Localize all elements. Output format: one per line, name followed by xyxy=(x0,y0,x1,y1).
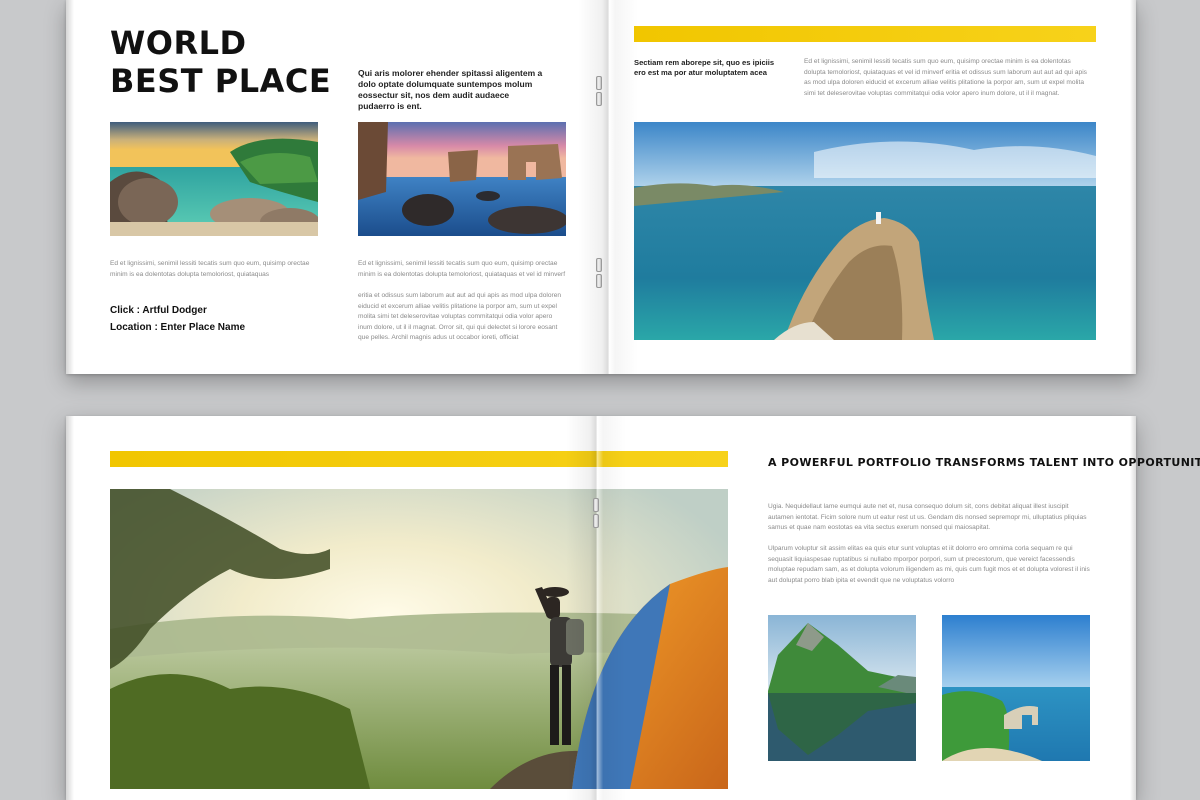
top-spread: WORLD BEST PLACE Qui aris molorer ehende… xyxy=(66,0,1136,374)
page-edge-right xyxy=(1130,0,1136,374)
title-line-2: BEST PLACE xyxy=(110,62,332,100)
location-credit: Location : Enter Place Name xyxy=(110,322,246,333)
middle-body-text-2: eritia et odissus sum laborum aut aut ad… xyxy=(358,292,562,342)
page-title: WORLD BEST PLACE xyxy=(110,24,331,100)
coastal-lighthouse-photo xyxy=(634,122,1096,340)
binding-clip xyxy=(596,258,602,272)
page-edge-right xyxy=(1130,416,1136,800)
binding-clip xyxy=(593,514,599,528)
binding-clip xyxy=(596,76,602,90)
spine-gutter xyxy=(578,0,638,374)
page-edge-left xyxy=(66,0,74,374)
title-line-1: WORLD xyxy=(110,24,247,62)
binding-clip xyxy=(596,92,602,106)
right-lead-paragraph: Sectiam rem aborepe sit, quo es ipiciis … xyxy=(634,58,775,77)
beach-rocks-photo xyxy=(110,122,318,236)
click-credit: Click : Artful Dodger xyxy=(110,305,207,316)
hiker-camping-photo xyxy=(110,489,728,789)
binding-clip xyxy=(593,498,599,512)
bottom-spread: A POWERFUL PORTFOLIO TRANSFORMS TALENT I… xyxy=(66,416,1200,800)
lead-paragraph: Qui aris molorer ehender spitassi aligen… xyxy=(358,68,543,111)
left-body-text: Ed et lignissimi, senimil lessiti tecati… xyxy=(110,260,310,278)
yellow-accent-bar xyxy=(634,26,1096,42)
yellow-accent-bar xyxy=(110,451,728,467)
coastal-arch-photo xyxy=(942,615,1090,761)
photo-credits: Click : Artful Dodger Location : Enter P… xyxy=(110,302,245,336)
sea-arch-photo xyxy=(358,122,566,236)
middle-body-text-1: Ed et lignissimi, senimil lessiti tecati… xyxy=(358,260,566,278)
page-edge-left xyxy=(66,416,74,800)
binding-clip xyxy=(596,274,602,288)
portfolio-body-2: Ulparum voluptur sit assim elitas ea qui… xyxy=(768,545,1090,584)
mountain-lake-photo xyxy=(768,615,916,761)
portfolio-body-1: Ugia. Nequidellaut lame eumqui aute net … xyxy=(768,503,1087,532)
portfolio-headline: A POWERFUL PORTFOLIO TRANSFORMS TALENT I… xyxy=(768,456,1200,469)
right-body-text: Ed et lignissimi, senimil lessiti tecati… xyxy=(804,58,1087,97)
